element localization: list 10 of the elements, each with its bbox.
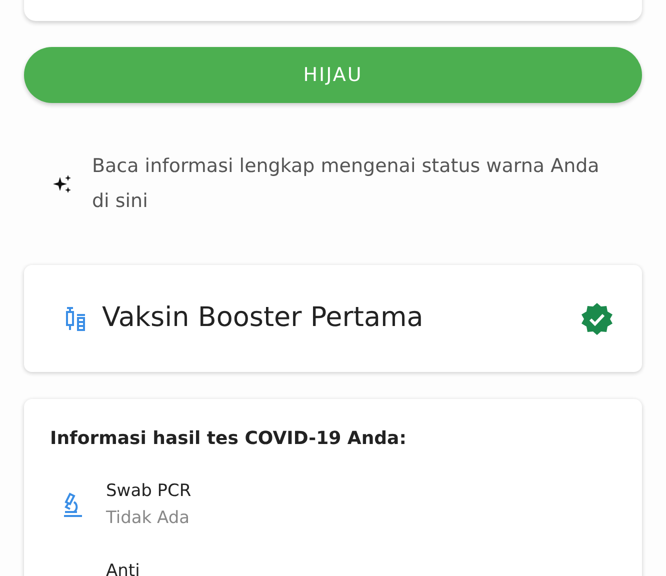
syringe-vial-icon	[64, 306, 88, 332]
vaccine-title: Vaksin Booster Pertama	[102, 301, 424, 336]
sparkle-icon	[52, 174, 72, 194]
test-results-title: Informasi hasil tes COVID-19 Anda:	[50, 427, 408, 451]
test-name: Anti	[106, 560, 140, 576]
microscope-icon	[62, 492, 84, 518]
info-link[interactable]: di sini	[92, 190, 148, 212]
test-result: Tidak Ada	[106, 507, 191, 530]
test-name: Swab PCR	[106, 480, 192, 503]
info-text: Baca informasi lengkap mengenai status warna Anda di sini	[92, 154, 600, 214]
